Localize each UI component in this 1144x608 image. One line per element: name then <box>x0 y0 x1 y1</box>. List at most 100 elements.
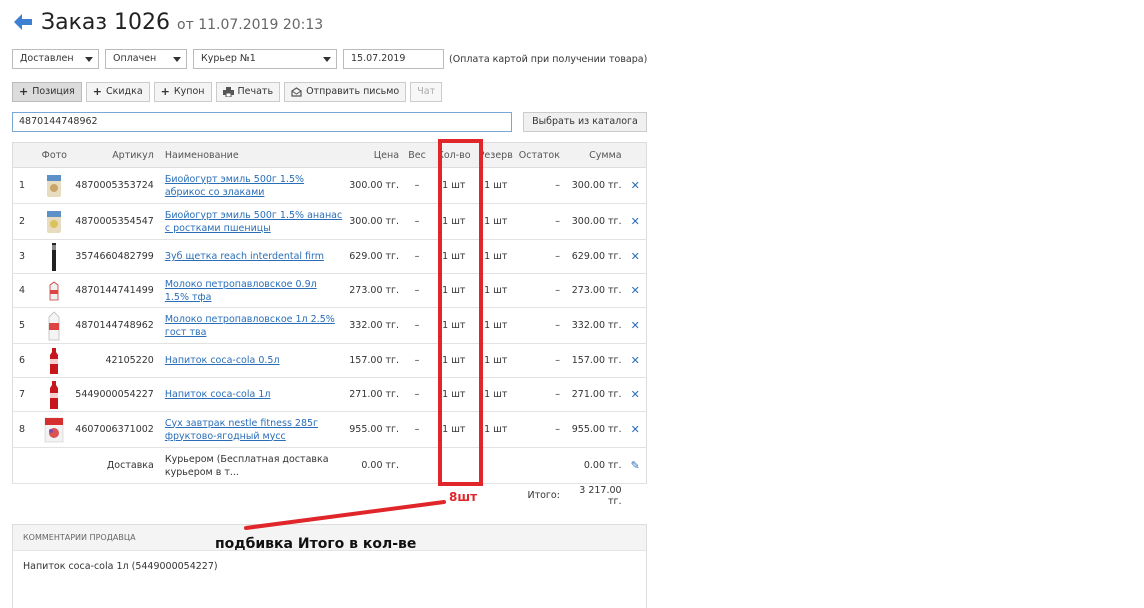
delete-icon[interactable]: ✕ <box>631 354 640 367</box>
product-link[interactable]: Напиток coca-cola 1л <box>165 389 271 400</box>
col-name: Наименование <box>156 142 346 168</box>
delete-icon[interactable]: ✕ <box>631 250 640 263</box>
product-thumbnail[interactable] <box>36 343 73 378</box>
product-thumbnail[interactable] <box>36 377 73 412</box>
col-price: Цена <box>345 142 403 168</box>
product-link[interactable]: Молоко петропавловское 1л 2.5% гост тва <box>165 314 335 338</box>
row-num: 5 <box>12 307 37 344</box>
annotation-count: 8шт <box>449 490 478 504</box>
row-price: 955.00 тг. <box>345 411 403 448</box>
row-article: 42105220 <box>72 343 157 378</box>
product-thumbnail[interactable] <box>36 307 73 344</box>
send-email-button[interactable]: Отправить письмо <box>284 82 407 102</box>
product-thumbnail[interactable] <box>36 167 73 204</box>
status-select[interactable]: Доставлен <box>12 49 99 69</box>
product-thumbnail[interactable] <box>36 273 73 308</box>
payment-select[interactable]: Оплачен <box>105 49 187 69</box>
row-sum: 300.00 тг. <box>562 203 625 240</box>
printer-icon <box>222 87 234 97</box>
row-num: 8 <box>12 411 37 448</box>
product-link[interactable]: Биойогурт эмиль 500г 1.5% абрикос со зла… <box>165 174 304 198</box>
page-title: Заказ 1026 <box>41 9 171 35</box>
table-row: 3 3574660482799 Зуб щетка reach interden… <box>12 239 647 274</box>
row-price: 157.00 тг. <box>345 343 403 378</box>
order-date: от 11.07.2019 20:13 <box>177 16 324 33</box>
plus-icon: + <box>160 85 170 98</box>
add-position-label: Позиция <box>32 86 75 97</box>
row-sum: 300.00 тг. <box>562 167 625 204</box>
delivery-sum: 0.00 тг. <box>562 447 625 484</box>
row-sum: 955.00 тг. <box>562 411 625 448</box>
order-toolbar: + Позиция + Скидка + Купон Печать Отправ… <box>12 82 446 102</box>
delete-icon[interactable]: ✕ <box>631 319 640 332</box>
add-coupon-button[interactable]: + Купон <box>153 82 212 102</box>
courier-select-value: Курьер №1 <box>201 53 256 64</box>
courier-select[interactable]: Курьер №1 <box>193 49 337 69</box>
table-row: 1 4870005353724 Биойогурт эмиль 500г 1.5… <box>12 167 647 204</box>
row-num: 3 <box>12 239 37 274</box>
seller-comments-text[interactable]: Напиток coca-cola 1л (5449000054227) <box>13 551 646 608</box>
qty-highlight-box <box>438 139 483 486</box>
row-article: 4870005353724 <box>72 167 157 204</box>
row-rest: – <box>515 167 563 204</box>
row-price: 300.00 тг. <box>345 167 403 204</box>
row-sum: 273.00 тг. <box>562 273 625 308</box>
row-rest: – <box>515 307 563 344</box>
delivery-row: Доставка Курьером (Бесплатная доставка к… <box>12 447 647 484</box>
chevron-down-icon <box>323 57 331 62</box>
order-items-table: Фото Артикул Наименование Цена Вес Кол-в… <box>12 142 647 508</box>
row-weight: – <box>402 273 432 308</box>
row-price: 271.00 тг. <box>345 377 403 412</box>
delete-icon[interactable]: ✕ <box>631 179 640 192</box>
add-discount-button[interactable]: + Скидка <box>85 82 150 102</box>
row-sum: 629.00 тг. <box>562 239 625 274</box>
row-rest: – <box>515 203 563 240</box>
product-link[interactable]: Сух завтрак nestle fitness 285г фруктово… <box>165 418 318 442</box>
row-price: 300.00 тг. <box>345 203 403 240</box>
product-thumbnail[interactable] <box>36 411 73 448</box>
row-price: 629.00 тг. <box>345 239 403 274</box>
delivery-label: Доставка <box>72 447 157 484</box>
delete-icon[interactable]: ✕ <box>631 388 640 401</box>
add-position-button[interactable]: + Позиция <box>12 82 82 102</box>
product-thumbnail[interactable] <box>36 203 73 240</box>
arrow-left-icon[interactable] <box>12 11 34 33</box>
product-thumbnail[interactable] <box>36 239 73 274</box>
plus-icon: + <box>92 85 102 98</box>
edit-icon[interactable]: ✎ <box>631 459 640 472</box>
delivery-date-field[interactable]: 15.07.2019 <box>343 49 444 69</box>
delete-icon[interactable]: ✕ <box>631 284 640 297</box>
select-from-catalog-button[interactable]: Выбрать из каталога <box>523 112 647 132</box>
row-num: 6 <box>12 343 37 378</box>
print-label: Печать <box>237 86 274 97</box>
delete-icon[interactable]: ✕ <box>631 215 640 228</box>
table-row: 5 4870144748962 Молоко петропавловское 1… <box>12 307 647 344</box>
product-link[interactable]: Напиток coca-cola 0.5л <box>165 355 280 366</box>
product-search-input[interactable]: 4870144748962 <box>12 112 512 132</box>
row-article: 5449000054227 <box>72 377 157 412</box>
col-weight: Вес <box>402 142 432 168</box>
chevron-down-icon <box>85 57 93 62</box>
product-link[interactable]: Молоко петропавловское 0.9л 1.5% тфа <box>165 279 317 303</box>
row-rest: – <box>515 273 563 308</box>
chevron-down-icon <box>173 57 181 62</box>
row-article: 4870005354547 <box>72 203 157 240</box>
product-link[interactable]: Зуб щетка reach interdental firm <box>165 251 324 262</box>
row-num: 4 <box>12 273 37 308</box>
order-filters: Доставлен Оплачен Курьер №1 15.07.2019 (… <box>12 49 647 69</box>
product-link[interactable]: Биойогурт эмиль 500г 1.5% ананас с ростк… <box>165 210 342 234</box>
add-coupon-label: Купон <box>173 86 205 97</box>
chat-button[interactable]: Чат <box>410 82 443 102</box>
delete-icon[interactable]: ✕ <box>631 423 640 436</box>
col-num <box>12 142 37 168</box>
row-weight: – <box>402 203 432 240</box>
table-row: 4 4870144741499 Молоко петропавловское 0… <box>12 273 647 308</box>
row-sum: 332.00 тг. <box>562 307 625 344</box>
payment-select-value: Оплачен <box>113 53 157 64</box>
annotation-text: подбивка Итого в кол-ве <box>215 536 417 552</box>
row-weight: – <box>402 239 432 274</box>
table-row: 7 5449000054227 Напиток coca-cola 1л 271… <box>12 377 647 412</box>
row-sum: 271.00 тг. <box>562 377 625 412</box>
row-rest: – <box>515 411 563 448</box>
print-button[interactable]: Печать <box>215 82 281 102</box>
